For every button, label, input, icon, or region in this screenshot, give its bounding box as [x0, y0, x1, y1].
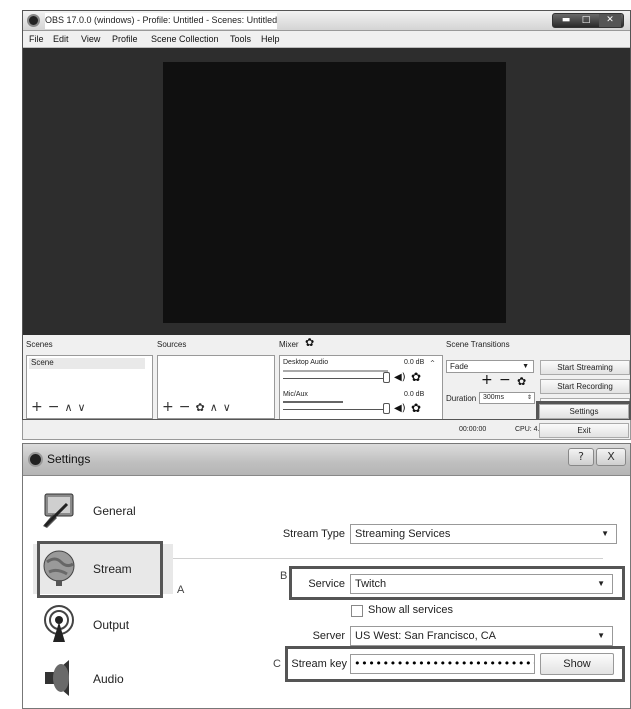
obs-main-window: OBS 17.0.0 (windows) - Profile: Untitled…	[22, 10, 631, 420]
scene-transitions-label: Scene Transitions	[446, 340, 510, 349]
stream-time: 00:00:00	[459, 426, 487, 433]
speaker-icon[interactable]: ◀)	[394, 404, 406, 414]
nav-item-output[interactable]: Output	[33, 600, 173, 650]
service-highlight-box	[289, 566, 625, 600]
menu-tools[interactable]: Tools	[230, 34, 251, 44]
minimize-icon[interactable]: ▬	[557, 14, 575, 27]
nav-label: General	[93, 504, 136, 518]
stream-type-value: Streaming Services	[355, 528, 451, 540]
start-streaming-button[interactable]: Start Streaming	[540, 360, 630, 375]
scenes-label: Scenes	[26, 340, 53, 349]
move-up-icon[interactable]: ∧	[64, 401, 72, 414]
chevron-down-icon: ▼	[522, 363, 529, 370]
output-icon	[44, 605, 74, 642]
transition-value: Fade	[450, 362, 469, 371]
sources-label: Sources	[157, 340, 187, 349]
stream-type-select[interactable]: Streaming Services ▼	[350, 524, 617, 544]
scenes-list[interactable]: Scene + − ∧ ∨	[26, 355, 153, 419]
gear-icon[interactable]: ✿	[195, 401, 204, 414]
mixer-track-label: Mic/Aux	[283, 391, 308, 398]
nav-item-general[interactable]: General	[33, 486, 173, 536]
stream-type-label: Stream Type	[282, 528, 345, 540]
help-button[interactable]: ?	[568, 448, 594, 466]
duration-spinbox[interactable]: 300ms ⇕	[479, 392, 535, 404]
start-recording-button[interactable]: Start Recording	[540, 379, 630, 394]
marker-c: C	[273, 658, 281, 670]
exit-button[interactable]: Exit	[539, 423, 629, 438]
stream-key-highlight-box	[285, 646, 625, 682]
mixer-track-label: Desktop Audio	[283, 359, 329, 366]
spin-arrows-icon[interactable]: ⇕	[527, 393, 532, 403]
nav-item-audio[interactable]: Audio	[33, 654, 173, 704]
server-value: US West: San Francisco, CA	[355, 630, 497, 642]
volume-meter	[283, 401, 343, 403]
show-all-services-label: Show all services	[368, 604, 453, 616]
scroll-up-icon[interactable]: ^	[430, 359, 435, 369]
marker-a: A	[177, 584, 185, 596]
mixer-track-db: 0.0 dB	[404, 359, 425, 366]
chevron-down-icon: ▼	[601, 529, 609, 538]
sources-toolbar: + − ✿ ∧ ∨	[162, 400, 236, 415]
close-icon[interactable]: ✕	[599, 14, 621, 27]
stream-nav-highlight-box	[37, 541, 163, 598]
remove-icon[interactable]: −	[179, 399, 191, 415]
settings-window: Settings ? X General Stream Output Audio…	[22, 443, 631, 709]
stream-type-divider	[173, 558, 603, 559]
window-controls: ▬ □ ✕	[552, 13, 624, 28]
add-transition-icon[interactable]: +	[481, 373, 493, 387]
track-gear-icon[interactable]: ✿	[411, 402, 421, 414]
nav-label: Output	[93, 618, 130, 632]
add-icon[interactable]: +	[162, 399, 174, 415]
add-icon[interactable]: +	[31, 399, 43, 415]
preview-area	[23, 48, 630, 335]
mixer-gear-icon[interactable]: ✿	[305, 337, 314, 348]
move-up-icon[interactable]: ∧	[210, 401, 218, 414]
transition-gear-icon[interactable]: ✿	[517, 376, 526, 387]
close-button[interactable]: X	[596, 448, 626, 466]
mixer-track-db: 0.0 dB	[404, 391, 425, 398]
menu-help[interactable]: Help	[261, 34, 280, 44]
settings-title-bar: Settings ? X	[23, 444, 630, 476]
speaker-icon[interactable]: ◀)	[394, 373, 406, 383]
obs-logo-icon	[27, 14, 40, 27]
general-icon	[43, 493, 74, 528]
title-bar: OBS 17.0.0 (windows) - Profile: Untitled…	[23, 11, 630, 31]
audio-icon	[45, 660, 69, 696]
menu-scene-collection[interactable]: Scene Collection	[151, 34, 219, 44]
scenes-toolbar: + − ∧ ∨	[31, 400, 91, 415]
menu-file[interactable]: File	[29, 34, 44, 44]
show-all-services-checkbox[interactable]	[351, 605, 363, 617]
track-gear-icon[interactable]: ✿	[411, 371, 421, 383]
window-title: OBS 17.0.0 (windows) - Profile: Untitled…	[45, 15, 278, 25]
settings-title: Settings	[47, 452, 91, 466]
menu-bar: File Edit View Profile Scene Collection …	[23, 31, 630, 48]
volume-meter	[283, 370, 388, 372]
mixer-panel: Desktop Audio 0.0 dB ^ ◀) ✿ Mic/Aux 0.0 …	[279, 355, 443, 419]
volume-slider-track[interactable]	[283, 378, 387, 379]
obs-logo-icon	[28, 452, 43, 467]
volume-slider-knob[interactable]	[383, 372, 390, 383]
server-label: Server	[312, 630, 345, 642]
nav-label: Audio	[93, 672, 124, 686]
remove-icon[interactable]: −	[48, 399, 60, 415]
menu-view[interactable]: View	[81, 34, 100, 44]
chevron-down-icon: ▼	[597, 631, 605, 640]
duration-value: 300ms	[483, 394, 505, 401]
mixer-label: Mixer	[279, 340, 299, 349]
preview-canvas[interactable]	[163, 62, 506, 323]
move-down-icon[interactable]: ∨	[78, 401, 86, 414]
maximize-icon[interactable]: □	[577, 14, 595, 27]
duration-label: Duration	[446, 394, 477, 403]
server-select[interactable]: US West: San Francisco, CA ▼	[350, 626, 613, 646]
menu-edit[interactable]: Edit	[53, 34, 69, 44]
menu-profile[interactable]: Profile	[112, 34, 138, 44]
list-item[interactable]: Scene	[29, 358, 145, 369]
sources-list[interactable]: + − ✿ ∧ ∨	[157, 355, 275, 419]
remove-transition-icon[interactable]: −	[499, 373, 511, 387]
volume-slider-knob[interactable]	[383, 403, 390, 414]
marker-b: B	[280, 570, 288, 582]
move-down-icon[interactable]: ∨	[223, 401, 231, 414]
volume-slider-track[interactable]	[283, 409, 387, 410]
